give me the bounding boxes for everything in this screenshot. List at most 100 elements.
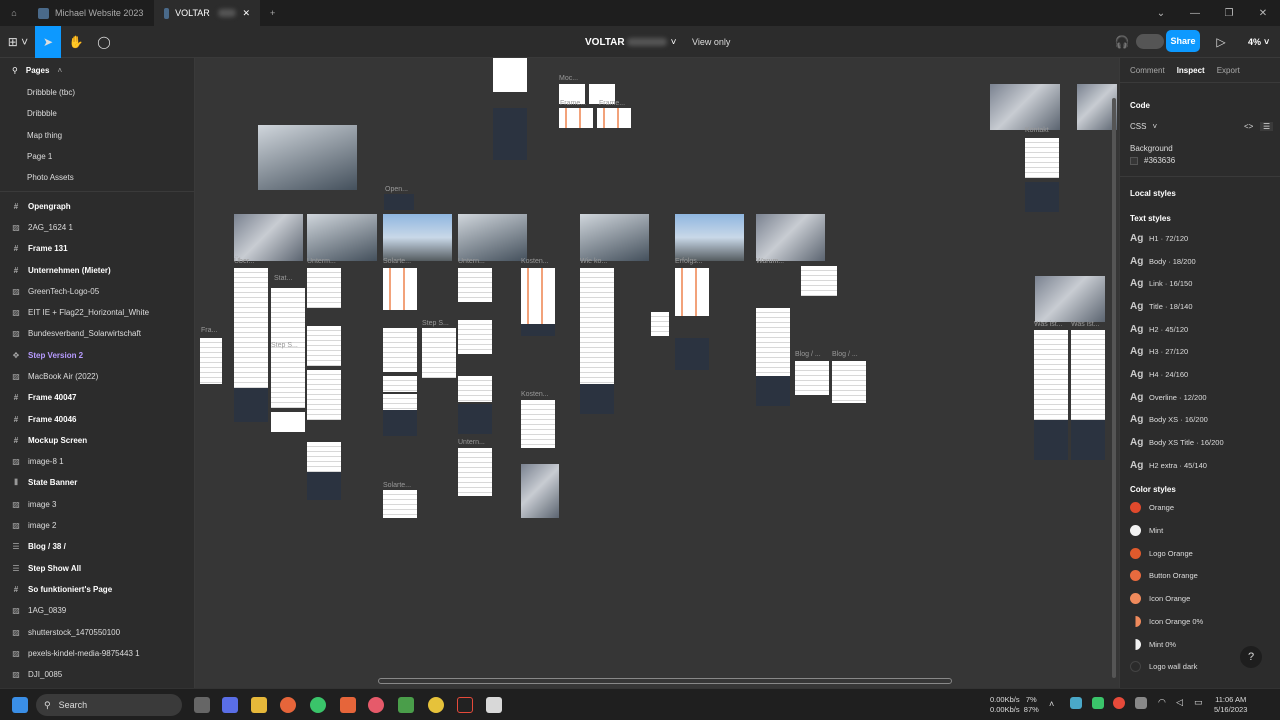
code-language-select[interactable]: CSS ˅ <> ☰: [1120, 122, 1280, 131]
layer-item[interactable]: ▨ image 3: [0, 494, 194, 515]
page-frame[interactable]: [756, 308, 790, 376]
page-frame[interactable]: [458, 376, 492, 402]
page-frame[interactable]: [383, 394, 417, 410]
building-photo[interactable]: [307, 214, 377, 261]
page-item[interactable]: Dribbble: [0, 103, 194, 124]
text-style-item[interactable]: Ag Link · 16/150: [1120, 272, 1280, 295]
text-style-item[interactable]: Ag Overline · 12/200: [1120, 386, 1280, 409]
tab-export[interactable]: Export: [1217, 66, 1240, 75]
frame-label[interactable]: Was ist...: [1034, 321, 1063, 328]
page-frame[interactable]: [307, 268, 341, 308]
building-photo[interactable]: [580, 214, 649, 261]
hand-tool-button[interactable]: ✋: [64, 26, 88, 58]
text-style-item[interactable]: Ag Body XS Title · 16/200: [1120, 431, 1280, 454]
frame-label[interactable]: Step S...: [422, 320, 449, 327]
page-frame[interactable]: [580, 268, 614, 384]
team-photo[interactable]: [521, 464, 559, 518]
page-frame[interactable]: [1071, 330, 1105, 420]
team-photo[interactable]: [1077, 84, 1117, 130]
page-frame[interactable]: [675, 268, 709, 316]
tab-voltar[interactable]: VOLTAR ✕: [154, 0, 260, 26]
team-photo[interactable]: [756, 214, 825, 261]
frame-label[interactable]: Open...: [385, 186, 408, 193]
page-frame[interactable]: [271, 412, 305, 432]
frame-label[interactable]: Stat...: [274, 275, 292, 282]
layer-item[interactable]: # Frame 40047: [0, 387, 194, 408]
battery-icon[interactable]: ▭: [1194, 697, 1206, 709]
tray-chevron-up-icon[interactable]: ˄: [1049, 699, 1059, 709]
chrome-icon[interactable]: [428, 697, 444, 713]
tray-app-icon[interactable]: [1135, 697, 1147, 709]
frame-label[interactable]: Kosten...: [521, 391, 549, 398]
layer-item[interactable]: ✥ Step Version 2: [0, 345, 194, 366]
layer-item[interactable]: ▨ image 2: [0, 515, 194, 536]
page-frame[interactable]: [458, 320, 492, 354]
page-frame[interactable]: [458, 448, 492, 496]
windows-start-icon[interactable]: [12, 697, 28, 713]
frame-label[interactable]: Blog / ...: [832, 351, 858, 358]
page-item[interactable]: Page 1: [0, 146, 194, 167]
volume-icon[interactable]: ◁: [1176, 697, 1188, 709]
horizontal-scrollbar[interactable]: [378, 678, 952, 684]
layer-item[interactable]: ▨ Bundesverband_Solarwirtschaft: [0, 323, 194, 344]
frame-thumbnail[interactable]: [493, 58, 527, 92]
page-item[interactable]: Photo Assets: [0, 167, 194, 188]
text-style-item[interactable]: Ag H2 extra · 45/140: [1120, 454, 1280, 477]
layer-item[interactable]: ▨ GreenTech-Logo-05: [0, 281, 194, 302]
frame-label[interactable]: Über...: [234, 258, 255, 265]
layer-item[interactable]: ▨ shutterstock_1470550100: [0, 621, 194, 642]
system-clock[interactable]: 11:06 AM 5/16/2023: [1214, 695, 1247, 715]
present-button[interactable]: ▷: [1212, 26, 1230, 58]
view-only-badge[interactable]: View only: [692, 26, 730, 58]
page-frame[interactable]: [383, 490, 417, 518]
solar-panel-photo[interactable]: [383, 214, 452, 261]
text-style-item[interactable]: Ag H2 · 45/120: [1120, 318, 1280, 341]
page-frame[interactable]: [307, 442, 341, 472]
frame-label[interactable]: Fra...: [201, 327, 217, 334]
frame-label[interactable]: Wie ko...: [580, 258, 607, 265]
pages-header[interactable]: ⚲ Pages ˄: [0, 58, 194, 82]
minimize-button[interactable]: —: [1178, 0, 1212, 26]
taskbar-search[interactable]: ⚲ Search: [36, 694, 182, 716]
page-footer-frame[interactable]: [1025, 182, 1059, 212]
text-style-item[interactable]: Ag Body · 18/200: [1120, 250, 1280, 273]
page-frame[interactable]: [383, 376, 417, 392]
firefox-icon[interactable]: [280, 697, 296, 713]
task-view-icon[interactable]: [194, 697, 210, 713]
frame-label[interactable]: Kontakt: [1025, 127, 1049, 134]
page-footer-frame[interactable]: [580, 384, 614, 414]
layer-item[interactable]: ▨ EIT IE + Flag22_Horizontal_White: [0, 302, 194, 323]
page-footer-frame[interactable]: [1034, 420, 1068, 460]
layer-item[interactable]: # Opengraph: [0, 195, 194, 216]
meeting-photo[interactable]: [1035, 276, 1105, 322]
page-frame[interactable]: [271, 348, 305, 408]
aerial-photo[interactable]: [458, 214, 527, 261]
building-photo[interactable]: [258, 125, 357, 190]
team-photo[interactable]: [234, 214, 303, 261]
list-view-icon[interactable]: ☰: [1260, 122, 1274, 131]
move-tool-button[interactable]: ➤: [35, 26, 61, 58]
page-frame[interactable]: [200, 338, 222, 384]
page-frame[interactable]: [422, 328, 456, 378]
tab-dropdown-button[interactable]: ⌄: [1144, 0, 1178, 26]
page-frame[interactable]: [521, 400, 555, 448]
layer-item[interactable]: ▨ 2AG_1624 1: [0, 217, 194, 238]
file-explorer-icon[interactable]: [251, 697, 267, 713]
frame-thumbnail[interactable]: [559, 108, 593, 128]
frame-label[interactable]: Step S...: [271, 342, 298, 349]
tray-app-icon[interactable]: [1070, 697, 1082, 709]
restore-button[interactable]: ❐: [1212, 0, 1246, 26]
color-style-item[interactable]: Orange: [1120, 497, 1280, 520]
frame-thumbnail[interactable]: [493, 108, 527, 160]
page-frame[interactable]: [234, 268, 268, 388]
design-canvas[interactable]: Moc... Frame... Frame... Open... Über... Stat…: [195, 58, 1119, 688]
wifi-icon[interactable]: ◠: [1158, 697, 1170, 709]
frame-label[interactable]: Moc...: [559, 75, 578, 82]
team-photo[interactable]: [990, 84, 1060, 130]
frame-label[interactable]: Solarte...: [383, 258, 411, 265]
tray-app-icon[interactable]: [1092, 697, 1104, 709]
frame-label[interactable]: Untern...: [458, 439, 485, 446]
text-style-item[interactable]: Ag H1 · 72/120: [1120, 227, 1280, 250]
text-style-item[interactable]: Ag Title · 18/140: [1120, 295, 1280, 318]
close-tab-icon[interactable]: ✕: [242, 8, 250, 19]
